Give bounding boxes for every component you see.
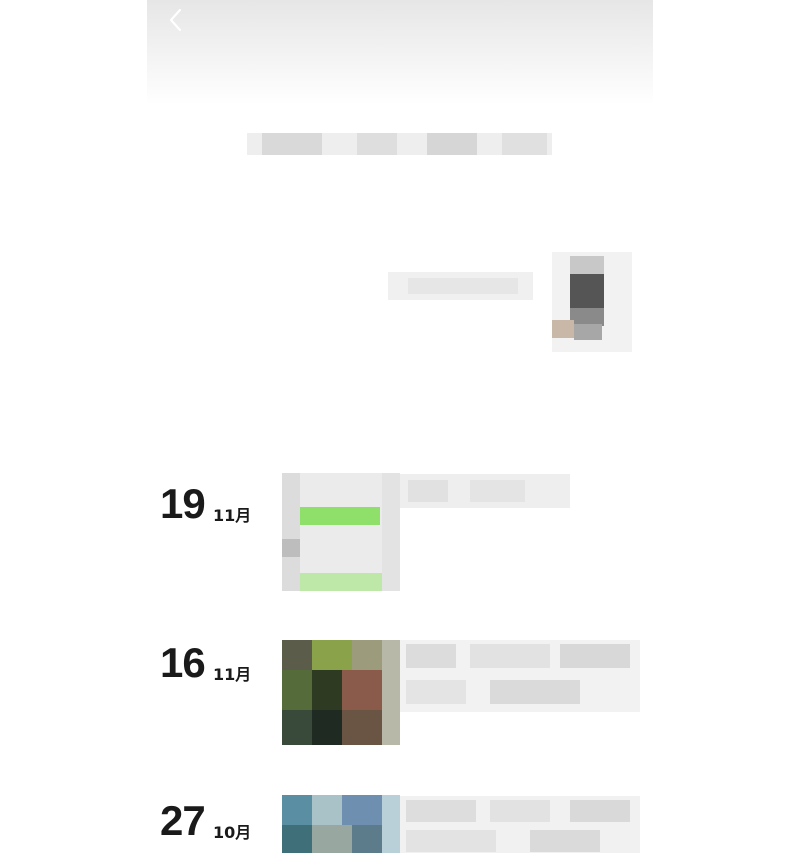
screenshot-thumbnail[interactable] [282,473,400,591]
post-text-blurred [400,640,640,712]
chevron-left-icon [169,8,182,32]
profile-signature-blurred [247,133,552,155]
post-text-blurred [400,796,640,853]
back-button[interactable] [160,2,194,38]
post-day: 19 [160,480,206,527]
post-day: 16 [160,639,206,686]
post-month: 10月 [213,823,252,842]
profile-name-blurred [388,272,533,300]
photo-thumbnail[interactable] [282,795,400,853]
top-bar [147,0,653,105]
photo-thumbnail[interactable] [282,640,400,745]
post-month: 11月 [213,506,252,525]
post-text-blurred [400,474,570,508]
moments-page [147,0,653,853]
avatar[interactable] [552,252,632,352]
post-day: 27 [160,797,206,844]
post-month: 11月 [213,665,252,684]
